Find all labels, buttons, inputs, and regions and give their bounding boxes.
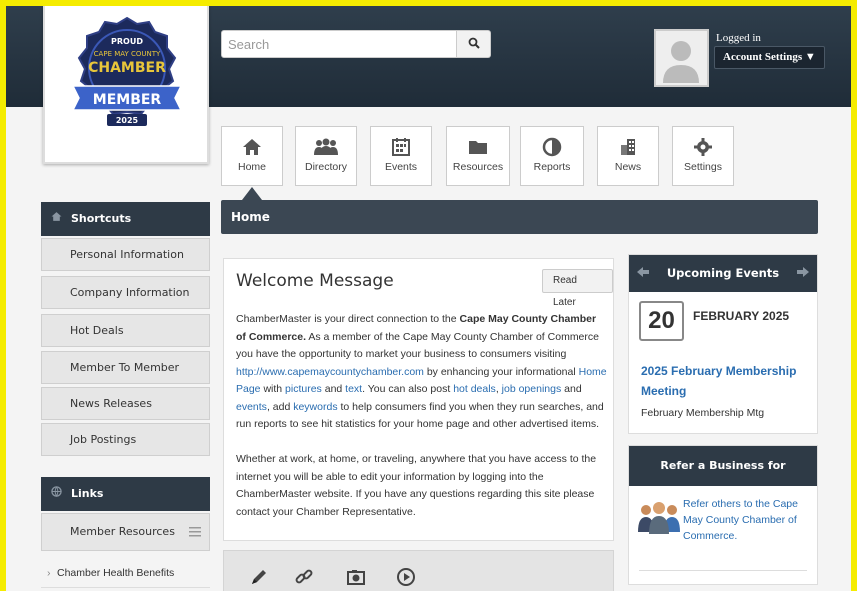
member-resources-label: Member Resources: [70, 525, 175, 538]
active-nav-caret: [242, 187, 262, 200]
welcome-body: ChamberMaster is your direct connection …: [236, 311, 608, 539]
sidebar-link-chamber-health-benefits[interactable]: Chamber Health Benefits: [41, 558, 210, 588]
sidebar-item-news-releases[interactable]: News Releases: [41, 387, 210, 420]
divider: [639, 570, 807, 571]
calendar-icon: [392, 138, 410, 156]
post-toolbar: [223, 550, 614, 591]
welcome-text: by enhancing your informational: [423, 365, 579, 378]
user-avatar-icon: [656, 31, 707, 85]
sidebar-item-job-postings[interactable]: Job Postings: [41, 423, 210, 456]
shortcuts-header: Shortcuts: [41, 202, 210, 236]
refer-panel: Refer a Business for Membership Refer ot…: [628, 445, 818, 585]
links-title: Links: [71, 487, 104, 500]
sidebar-item-member-resources[interactable]: Member Resources: [41, 513, 210, 551]
gear-icon: [694, 138, 712, 156]
pictures-link[interactable]: pictures: [285, 383, 322, 395]
chamber-logo[interactable]: PROUD CAPE MAY COUNTY CHAMBER MEMBER 202…: [43, 6, 209, 164]
events-link[interactable]: events: [236, 401, 267, 413]
home-icon: [243, 139, 261, 155]
svg-text:CHAMBER: CHAMBER: [88, 60, 166, 76]
links-header: Links: [41, 477, 210, 511]
chamber-badge-icon: PROUD CAPE MAY COUNTY CHAMBER MEMBER 202…: [71, 16, 183, 126]
event-month: FEBRUARY 2025: [693, 309, 790, 323]
search-bar: [221, 30, 491, 58]
avatar[interactable]: [654, 29, 709, 87]
people-group-icon: [638, 502, 680, 534]
welcome-text: and: [561, 383, 582, 395]
welcome-text: and: [321, 383, 346, 395]
search-button[interactable]: [457, 30, 491, 58]
svg-text:MEMBER: MEMBER: [93, 92, 162, 108]
welcome-paragraph-1: ChamberMaster is your direct connection …: [236, 311, 608, 434]
refer-link[interactable]: Refer others to the Cape May County Cham…: [683, 496, 815, 544]
nav-resources-label: Resources: [452, 161, 504, 173]
sidebar-item-hot-deals[interactable]: Hot Deals: [41, 314, 210, 347]
welcome-paragraph-2: Whether at work, at home, or traveling, …: [236, 453, 597, 518]
account-settings-button[interactable]: Account Settings ▼: [714, 46, 825, 69]
pie-icon: [542, 137, 562, 157]
home-icon: [51, 202, 65, 236]
search-icon: [468, 37, 480, 49]
welcome-text: . You can also post: [362, 383, 454, 395]
welcome-text: with: [260, 383, 286, 395]
search-input[interactable]: [221, 30, 457, 58]
refer-header: Refer a Business for Membership: [629, 446, 817, 512]
building-icon: [621, 139, 635, 155]
welcome-text: ChamberMaster is your direct connection …: [236, 313, 460, 325]
svg-text:CAPE MAY COUNTY: CAPE MAY COUNTY: [94, 50, 161, 58]
arrow-left-icon[interactable]: [637, 255, 649, 292]
welcome-title: Welcome Message: [236, 271, 394, 291]
nav-events[interactable]: Events: [370, 126, 432, 186]
keywords-link[interactable]: keywords: [293, 401, 337, 413]
page-frame: PROUD CAPE MAY COUNTY CHAMBER MEMBER 202…: [0, 0, 857, 591]
read-later-button[interactable]: Read Later: [542, 269, 613, 308]
nav-home-label: Home: [237, 161, 266, 173]
event-title-link[interactable]: 2025 February Membership Meeting: [641, 361, 811, 401]
people-icon: [314, 138, 338, 155]
welcome-text: , add: [266, 400, 294, 413]
sidebar-item-member-to-member-deals[interactable]: Member To Member Deals: [41, 351, 210, 405]
camera-icon[interactable]: [346, 567, 366, 587]
nav-news-label: News: [614, 161, 642, 173]
menu-lines-icon[interactable]: [189, 527, 201, 537]
nav-events-label: Events: [384, 161, 418, 173]
job-openings-link[interactable]: job openings: [502, 383, 562, 395]
event-day: 20: [639, 301, 684, 341]
svg-text:PROUD: PROUD: [111, 37, 143, 46]
breadcrumb: Home: [221, 200, 818, 234]
text-link[interactable]: text: [345, 383, 362, 395]
nav-news[interactable]: News: [597, 126, 659, 186]
nav-settings-label: Settings: [684, 161, 722, 173]
sidebar-item-personal-information[interactable]: Personal Information: [41, 238, 210, 271]
nav-reports[interactable]: Reports: [520, 126, 584, 186]
nav-home[interactable]: Home: [221, 126, 283, 186]
play-icon[interactable]: [396, 567, 416, 587]
sidebar-item-company-information[interactable]: Company Information: [41, 276, 210, 309]
nav-reports-label: Reports: [533, 161, 571, 173]
nav-directory-label: Directory: [304, 161, 347, 173]
folder-icon: [469, 141, 487, 154]
svg-text:2025: 2025: [116, 116, 139, 125]
link-icon[interactable]: [294, 567, 314, 587]
arrow-right-icon[interactable]: [797, 255, 809, 292]
nav-settings[interactable]: Settings: [672, 126, 734, 186]
upcoming-events-title: Upcoming Events: [666, 266, 780, 280]
chamber-website-link[interactable]: http://www.capemaycountychamber.com: [236, 366, 424, 378]
nav-directory[interactable]: Directory: [295, 126, 357, 186]
globe-icon: [51, 477, 65, 511]
nav-resources[interactable]: Resources: [446, 126, 510, 186]
logged-in-label: Logged in: [716, 32, 761, 44]
shortcuts-title: Shortcuts: [71, 212, 132, 225]
hot-deals-link[interactable]: hot deals: [453, 383, 496, 395]
upcoming-events-header: Upcoming Events: [629, 255, 817, 292]
pencil-icon[interactable]: [249, 567, 269, 587]
event-subtitle: February Membership Mtg: [641, 407, 765, 419]
welcome-panel: Welcome Message Read Later ChamberMaster…: [223, 258, 614, 541]
upcoming-events-panel: Upcoming Events 20 FEBRUARY 2025 2025 Fe…: [628, 254, 818, 434]
